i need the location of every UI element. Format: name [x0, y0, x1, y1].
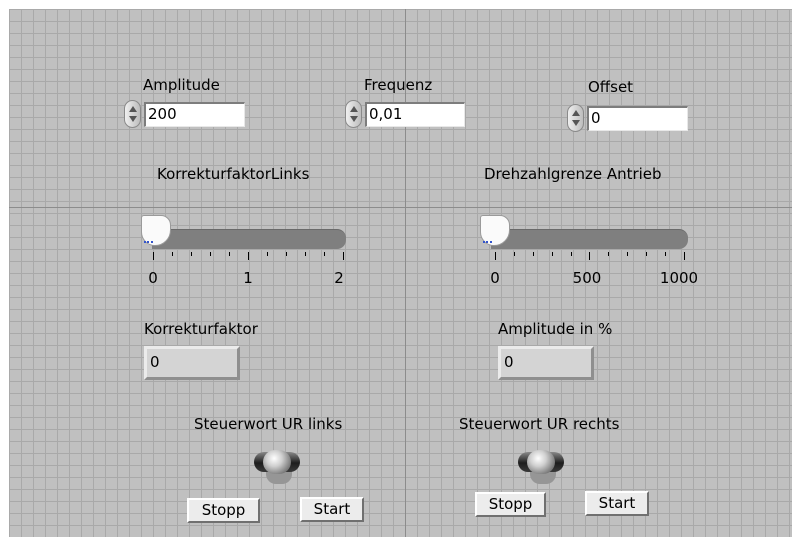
slider-minor-tick — [571, 252, 572, 256]
slider-minor-tick — [267, 252, 268, 256]
steuerwort-rechts-toggle[interactable] — [518, 446, 566, 486]
steuerwort-links-toggle[interactable] — [254, 446, 302, 486]
slider-minor-tick — [608, 252, 609, 256]
steuerwort-rechts-start-button[interactable]: Start — [585, 491, 649, 516]
decrement-arrow-icon[interactable] — [350, 116, 358, 122]
drehzahlgrenze-label: Drehzahlgrenze Antrieb — [484, 165, 662, 183]
toggle-knob[interactable] — [263, 450, 291, 474]
slider-minor-tick — [627, 252, 628, 256]
frequenz-input[interactable]: 0,01 — [365, 102, 465, 127]
increment-arrow-icon[interactable] — [350, 106, 358, 112]
slider-major-tick — [589, 252, 590, 260]
slider-track[interactable] — [152, 229, 346, 249]
amplitude-spinner[interactable] — [124, 100, 141, 128]
offset-label: Offset — [588, 78, 634, 96]
frequenz-spinner[interactable] — [345, 100, 362, 128]
offset-input[interactable]: 0 — [587, 106, 688, 131]
drehzahlgrenze-slider[interactable]: 0 500 1000 — [479, 210, 704, 290]
amplitude-label: Amplitude — [143, 76, 220, 94]
amplitude-input[interactable]: 200 — [144, 102, 245, 127]
slider-minor-tick — [533, 252, 534, 256]
slider-minor-tick — [665, 252, 666, 256]
frequenz-label: Frequenz — [364, 76, 433, 94]
slider-minor-tick — [646, 252, 647, 256]
slider-minor-tick — [229, 252, 230, 256]
slider-tick-label: 0 — [148, 269, 158, 287]
increment-arrow-icon[interactable] — [572, 110, 580, 116]
slider-major-tick — [153, 252, 154, 260]
slider-minor-tick — [286, 252, 287, 256]
panel-guide-line — [9, 207, 792, 208]
korrekturfaktor-indicator: 0 — [144, 346, 240, 380]
steuerwort-rechts-stopp-button[interactable]: Stopp — [475, 492, 546, 517]
slider-minor-tick — [191, 252, 192, 256]
korrekturfaktor-links-slider[interactable]: 0 1 2 — [140, 210, 355, 290]
steuerwort-links-start-button[interactable]: Start — [300, 497, 364, 522]
slider-tick-label: 2 — [334, 269, 344, 287]
decrement-arrow-icon[interactable] — [572, 120, 580, 126]
slider-minor-tick — [172, 252, 173, 256]
decrement-arrow-icon[interactable] — [129, 116, 137, 122]
slider-major-tick — [495, 252, 496, 260]
slider-minor-tick — [305, 252, 306, 256]
slider-minor-tick — [552, 252, 553, 256]
offset-spinner[interactable] — [567, 104, 584, 132]
steuerwort-links-stopp-button[interactable]: Stopp — [187, 498, 260, 523]
increment-arrow-icon[interactable] — [129, 106, 137, 112]
front-panel: Amplitude 200 Frequenz 0,01 Offset 0 Kor… — [0, 0, 802, 539]
korrekturfaktor-links-label: KorrekturfaktorLinks — [157, 165, 310, 183]
slider-track[interactable] — [491, 229, 688, 249]
slider-major-tick — [248, 252, 249, 260]
slider-major-tick — [684, 252, 685, 260]
amplitude-percent-label: Amplitude in % — [498, 320, 613, 338]
amplitude-percent-indicator: 0 — [498, 346, 594, 380]
toggle-knob[interactable] — [527, 450, 555, 474]
slider-tick-label: 1000 — [659, 269, 699, 287]
slider-major-tick — [343, 252, 344, 260]
slider-tick-label: 0 — [490, 269, 500, 287]
steuerwort-rechts-label: Steuerwort UR rechts — [459, 415, 620, 433]
slider-minor-tick — [514, 252, 515, 256]
steuerwort-links-label: Steuerwort UR links — [194, 415, 343, 433]
korrekturfaktor-label: Korrekturfaktor — [144, 320, 258, 338]
slider-minor-tick — [324, 252, 325, 256]
slider-tick-label: 1 — [243, 269, 253, 287]
slider-tick-label: 500 — [572, 269, 602, 287]
slider-minor-tick — [210, 252, 211, 256]
